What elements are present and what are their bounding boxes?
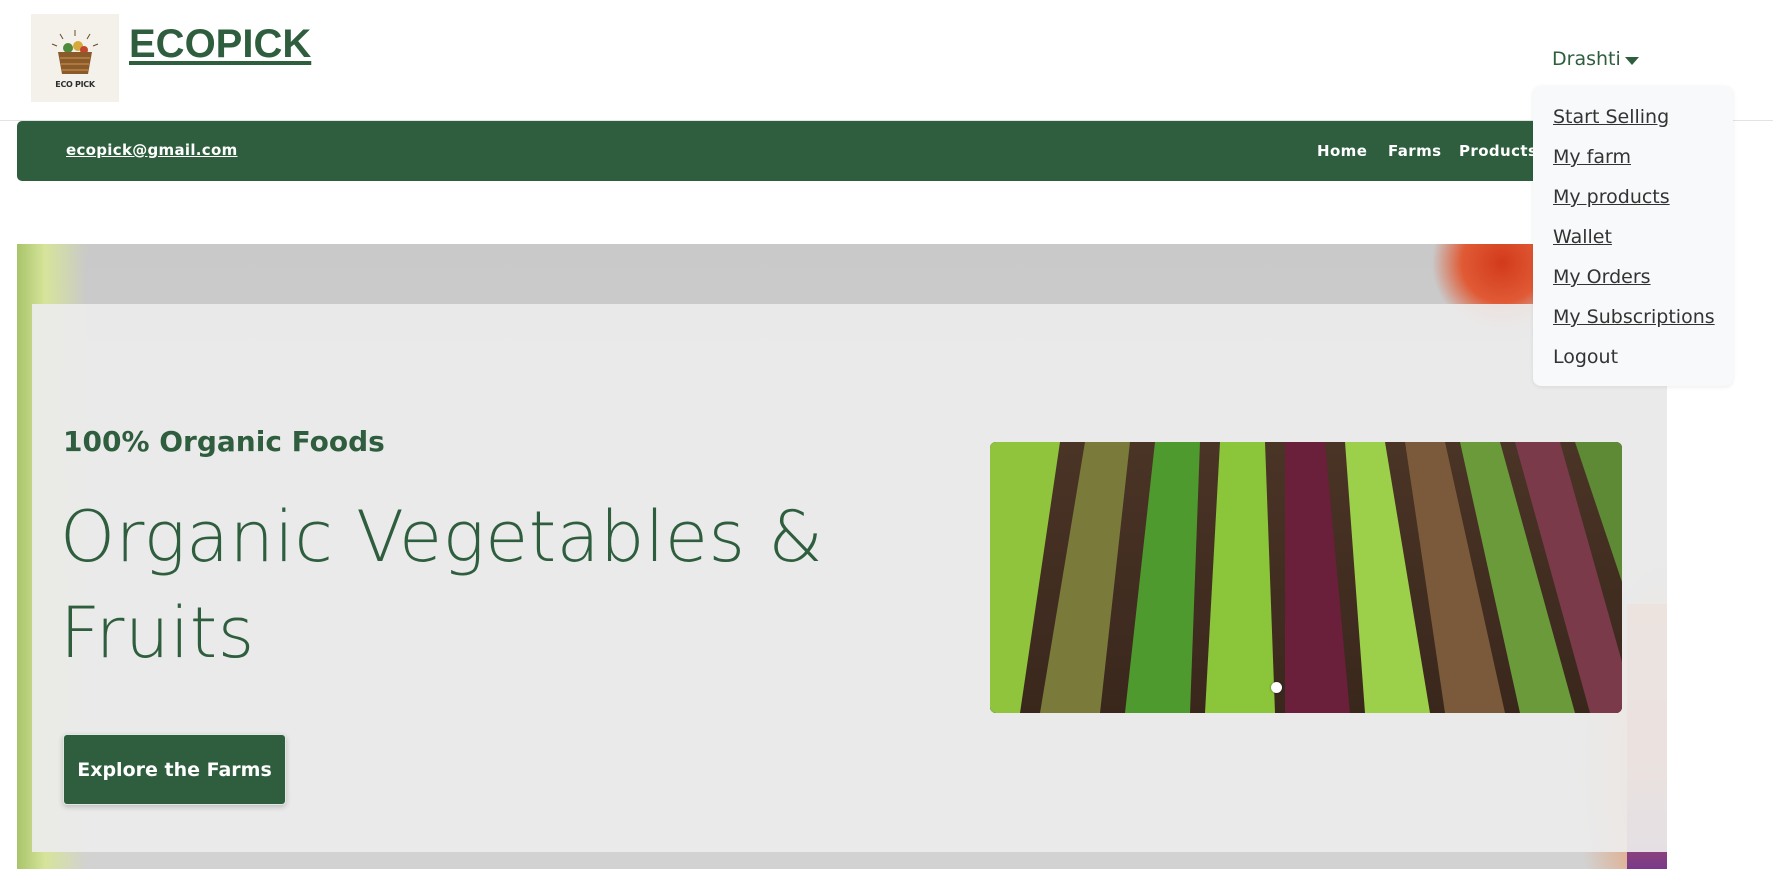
menu-item-wallet[interactable]: Wallet [1553,226,1612,248]
site-header: ECO PICK ECOPICK Drashti [0,0,1773,121]
hero-headline-line1: Organic Vegetables & [60,496,824,578]
basket-logo-icon [51,29,99,74]
hero-eyebrow: 100% Organic Foods [63,425,385,458]
lettuce-field-image [990,442,1622,713]
menu-item-logout[interactable]: Logout [1553,346,1618,368]
hero-carousel-image[interactable] [990,442,1622,713]
menu-item-my-products[interactable]: My products [1553,186,1670,208]
top-navbar: ecopick@gmail.com Home Farms Products [17,121,1667,181]
menu-item-my-farm[interactable]: My farm [1553,146,1631,168]
menu-item-my-subscriptions[interactable]: My Subscriptions [1553,306,1715,328]
explore-farms-button[interactable]: Explore the Farms [63,734,286,805]
nav-farms[interactable]: Farms [1388,142,1441,160]
contact-email-link[interactable]: ecopick@gmail.com [66,141,238,159]
menu-item-start-selling[interactable]: Start Selling [1553,106,1669,128]
nav-products[interactable]: Products [1459,142,1537,160]
carousel-indicator-dot[interactable] [1271,682,1282,693]
user-menu-toggle[interactable]: Drashti [1552,48,1639,70]
user-dropdown-menu: Start Selling My farm My products Wallet… [1533,86,1733,386]
user-name: Drashti [1552,48,1621,70]
logo-caption: ECO PICK [55,79,95,89]
nav-home[interactable]: Home [1317,142,1367,160]
hero-headline-line2: Fruits [60,591,255,674]
site-logo[interactable]: ECO PICK [31,14,119,102]
hero-headline: Organic Vegetables & Fruits [60,490,860,682]
brand-name-link[interactable]: ECOPICK [129,22,311,67]
caret-down-icon [1624,56,1639,65]
menu-item-my-orders[interactable]: My Orders [1553,266,1651,288]
